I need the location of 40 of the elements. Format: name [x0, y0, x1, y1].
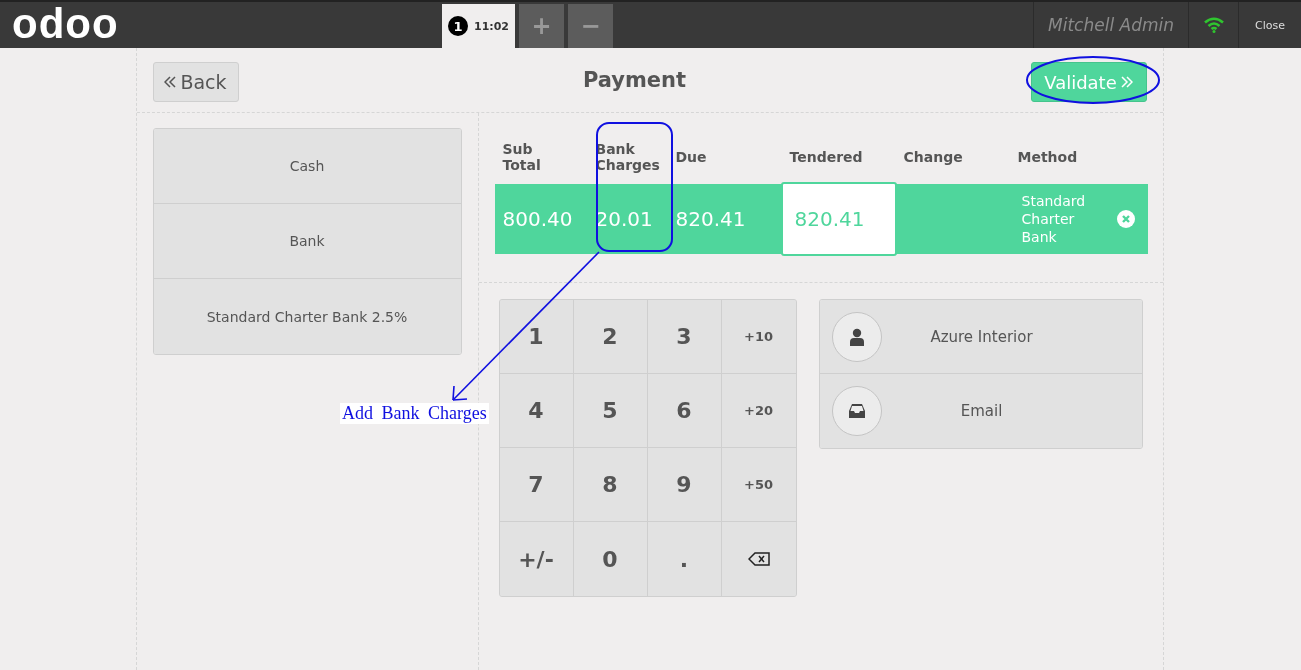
payment-method-button[interactable]: Bank	[153, 204, 461, 279]
column-header: Method	[1017, 148, 1079, 165]
payment-method-button[interactable]: Cash	[153, 129, 461, 204]
action-button[interactable]: Email	[819, 374, 1142, 448]
double-chevron-left-icon	[164, 76, 177, 88]
numpad-key[interactable]: 1	[499, 300, 574, 374]
order-tab[interactable]: 1 11:02	[442, 4, 515, 48]
numpad-key[interactable]: 5	[573, 374, 648, 448]
back-button[interactable]: Back	[152, 62, 239, 102]
method-cell-text: Standard Charter Bank	[1021, 192, 1087, 246]
action-button[interactable]: Azure Interior	[819, 300, 1142, 374]
numpad-key[interactable]: +10	[721, 300, 796, 374]
payment-method-button[interactable]: Standard Charter Bank 2.5%	[153, 279, 461, 354]
double-chevron-right-icon	[1120, 76, 1133, 88]
subtotal-cell-text: 800.40	[502, 207, 574, 231]
numpad-key[interactable]: 7	[499, 448, 574, 522]
bank-charges-cell-text: 20.01	[595, 207, 654, 231]
user-name[interactable]: Mitchell Admin	[1033, 2, 1188, 48]
close-button[interactable]: Close	[1238, 2, 1301, 48]
numpad-key[interactable]: +/-	[499, 522, 574, 596]
column-header: Sub Total	[502, 140, 542, 173]
backspace-icon	[747, 552, 770, 566]
column-header: Tendered	[789, 148, 860, 165]
order-time: 11:02	[474, 19, 509, 33]
person-icon	[848, 327, 865, 346]
logo: odoo	[11, 2, 120, 48]
wifi-icon	[1203, 17, 1224, 33]
order-number-badge: 1	[448, 16, 468, 36]
due-cell-text: 820.41	[675, 207, 747, 231]
inbox-icon	[847, 403, 866, 419]
column-header: Due	[675, 148, 708, 165]
numpad-key[interactable]: 4	[499, 374, 574, 448]
annotation-label: Add Bank Charges	[340, 403, 489, 424]
screen-title: Payment	[582, 68, 687, 92]
column-header: Change	[903, 148, 964, 165]
numpad-key[interactable]: 6	[647, 374, 722, 448]
numpad-key[interactable]: 8	[573, 448, 648, 522]
numpad-key[interactable]: 2	[573, 300, 648, 374]
numpad-key[interactable]: 9	[647, 448, 722, 522]
numpad-key[interactable]: 3	[647, 300, 722, 374]
